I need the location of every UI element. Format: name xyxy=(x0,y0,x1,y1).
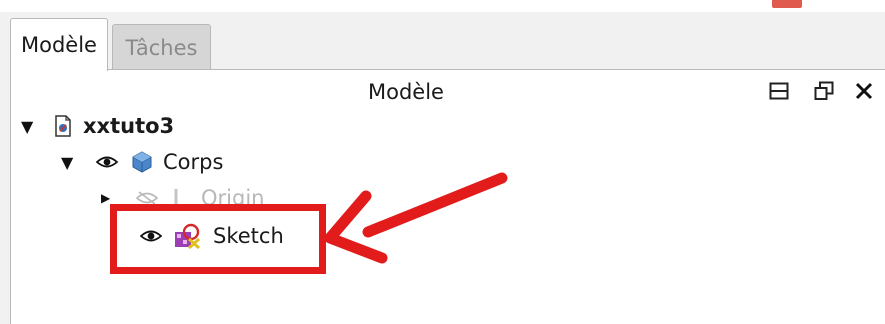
dock-toggle-icon[interactable] xyxy=(766,78,792,104)
tree-item-body[interactable]: ▼ Corps xyxy=(61,146,223,178)
model-panel-screenshot: Modèle Tâches Modèle ▼ xxtuto3 ▼ Corps ▶… xyxy=(0,0,885,324)
tab-modele[interactable]: Modèle xyxy=(10,18,108,71)
document-icon xyxy=(55,115,73,137)
tab-modele-label: Modèle xyxy=(21,33,97,57)
panel-title: Modèle xyxy=(368,80,444,104)
tree-item-document[interactable]: ▼ xxtuto3 xyxy=(21,110,174,142)
expand-arrow-icon[interactable]: ▼ xyxy=(21,117,41,136)
tab-taches-label: Tâches xyxy=(125,35,198,60)
toolbar-icon-fragment xyxy=(772,0,802,8)
collapsed-arrow-icon[interactable]: ▶ xyxy=(101,191,121,205)
tree-item-label: xxtuto3 xyxy=(83,114,175,138)
body-icon xyxy=(131,151,153,173)
expand-arrow-icon[interactable]: ▼ xyxy=(61,153,81,172)
top-toolbar-strip xyxy=(0,0,885,12)
annotation-highlight-box xyxy=(110,204,326,274)
model-panel: Modèle ▼ xxtuto3 ▼ Corps ▶ Origin Sketch xyxy=(10,69,885,324)
tab-taches[interactable]: Tâches xyxy=(112,24,211,70)
tree-item-label: Corps xyxy=(163,150,224,174)
visibility-eye-icon[interactable] xyxy=(95,154,119,170)
close-icon[interactable] xyxy=(851,78,877,104)
float-icon[interactable] xyxy=(811,78,837,104)
